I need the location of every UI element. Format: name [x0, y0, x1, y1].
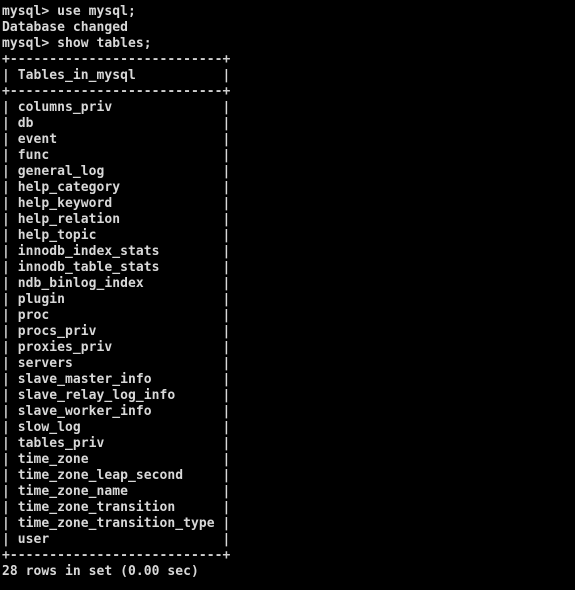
table-row: | slow_log |: [2, 420, 231, 435]
table-row: | user |: [2, 532, 231, 547]
table-row: | db |: [2, 116, 231, 131]
table-column-header: | Tables_in_mysql |: [2, 68, 575, 84]
table-row: | time_zone_leap_second |: [2, 468, 231, 483]
table-row: | help_relation |: [2, 212, 231, 227]
table-row: | slave_relay_log_info |: [2, 388, 231, 403]
table-row: | ndb_binlog_index |: [2, 276, 231, 291]
table-row: | innodb_index_stats |: [2, 244, 231, 259]
table-row: | procs_priv |: [2, 324, 231, 339]
table-row: | general_log |: [2, 164, 231, 179]
table-row: | plugin |: [2, 292, 231, 307]
table-row: | time_zone |: [2, 452, 231, 467]
table-row: | innodb_table_stats |: [2, 260, 231, 275]
table-row: | func |: [2, 148, 231, 163]
command-line-show-tables: mysql> show tables;: [2, 36, 152, 51]
table-border-header: +---------------------------+: [2, 84, 231, 99]
table-border-top: +---------------------------+: [2, 52, 231, 67]
table-row: | help_category |: [2, 180, 231, 195]
table-row: | proxies_priv |: [2, 340, 231, 355]
table-row-list: | columns_priv | | db | | event | | func | |…: [2, 100, 575, 548]
table-row: | slave_worker_info |: [2, 404, 231, 419]
status-row-count: 28 rows in set (0.00 sec): [2, 564, 199, 579]
table-row: | help_keyword |: [2, 196, 231, 211]
table-row: | time_zone_transition |: [2, 500, 231, 515]
table-row: | proc |: [2, 308, 231, 323]
table-row: | slave_master_info |: [2, 372, 231, 387]
table-row: | help_topic |: [2, 228, 231, 243]
table-border-bottom: +---------------------------+: [2, 548, 231, 563]
table-row: | servers |: [2, 356, 231, 371]
table-row: | columns_priv |: [2, 100, 231, 115]
terminal-window[interactable]: mysql> use mysql; Database changed mysql…: [0, 0, 575, 590]
command-line-use-mysql: mysql> use mysql;: [2, 4, 136, 19]
response-database-changed: Database changed: [2, 20, 129, 35]
table-row: | time_zone_transition_type |: [2, 516, 231, 531]
table-header-cell-text: | Tables_in_mysql |: [2, 68, 231, 83]
table-row: | event |: [2, 132, 231, 147]
table-row: | time_zone_name |: [2, 484, 231, 499]
table-row: | tables_priv |: [2, 436, 231, 451]
